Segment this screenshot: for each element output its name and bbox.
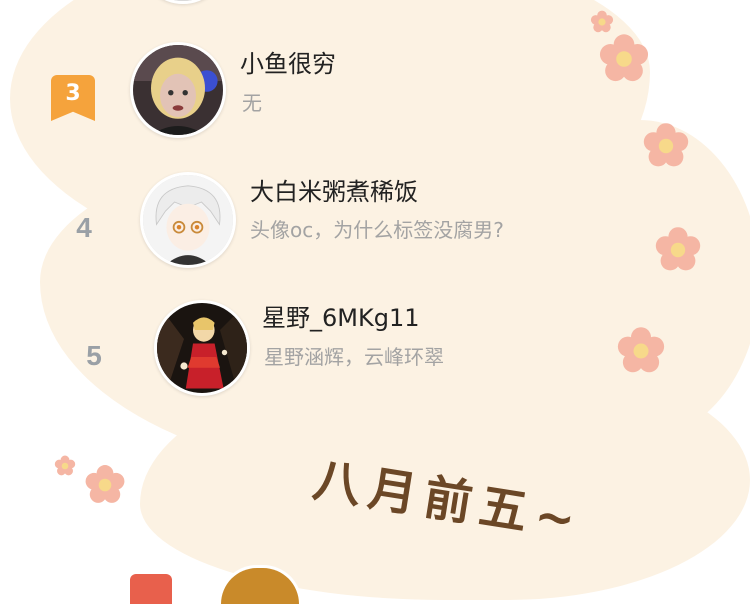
avatar-white-hair-anime-icon[interactable] [140,172,236,268]
user-name[interactable]: 星野_6MKg11 [262,298,420,333]
flower-icon [54,455,76,476]
flower-icon [617,327,665,373]
user-bio: 无 [242,91,262,115]
flower-icon [643,123,689,167]
background-blob [520,120,750,440]
user-name[interactable]: 大白米粥煮稀饭 [250,172,418,207]
user-bio: 头像oc，为什么标签没腐男? [250,218,504,242]
avatar-red-dress-anime-icon[interactable] [154,300,250,396]
flower-icon [590,10,614,33]
flower-icon [655,227,701,271]
avatar-blonde-portrait-icon[interactable] [130,42,226,138]
flower-icon [599,34,649,82]
rank-number: 4 [76,212,92,243]
flower-icon [85,465,125,503]
next-rank-badge [130,574,172,604]
user-bio: 星野涵辉，云峰环翠 [264,345,444,369]
rank-number: 5 [86,340,102,371]
user-name[interactable]: 小鱼很穷 [240,44,336,79]
